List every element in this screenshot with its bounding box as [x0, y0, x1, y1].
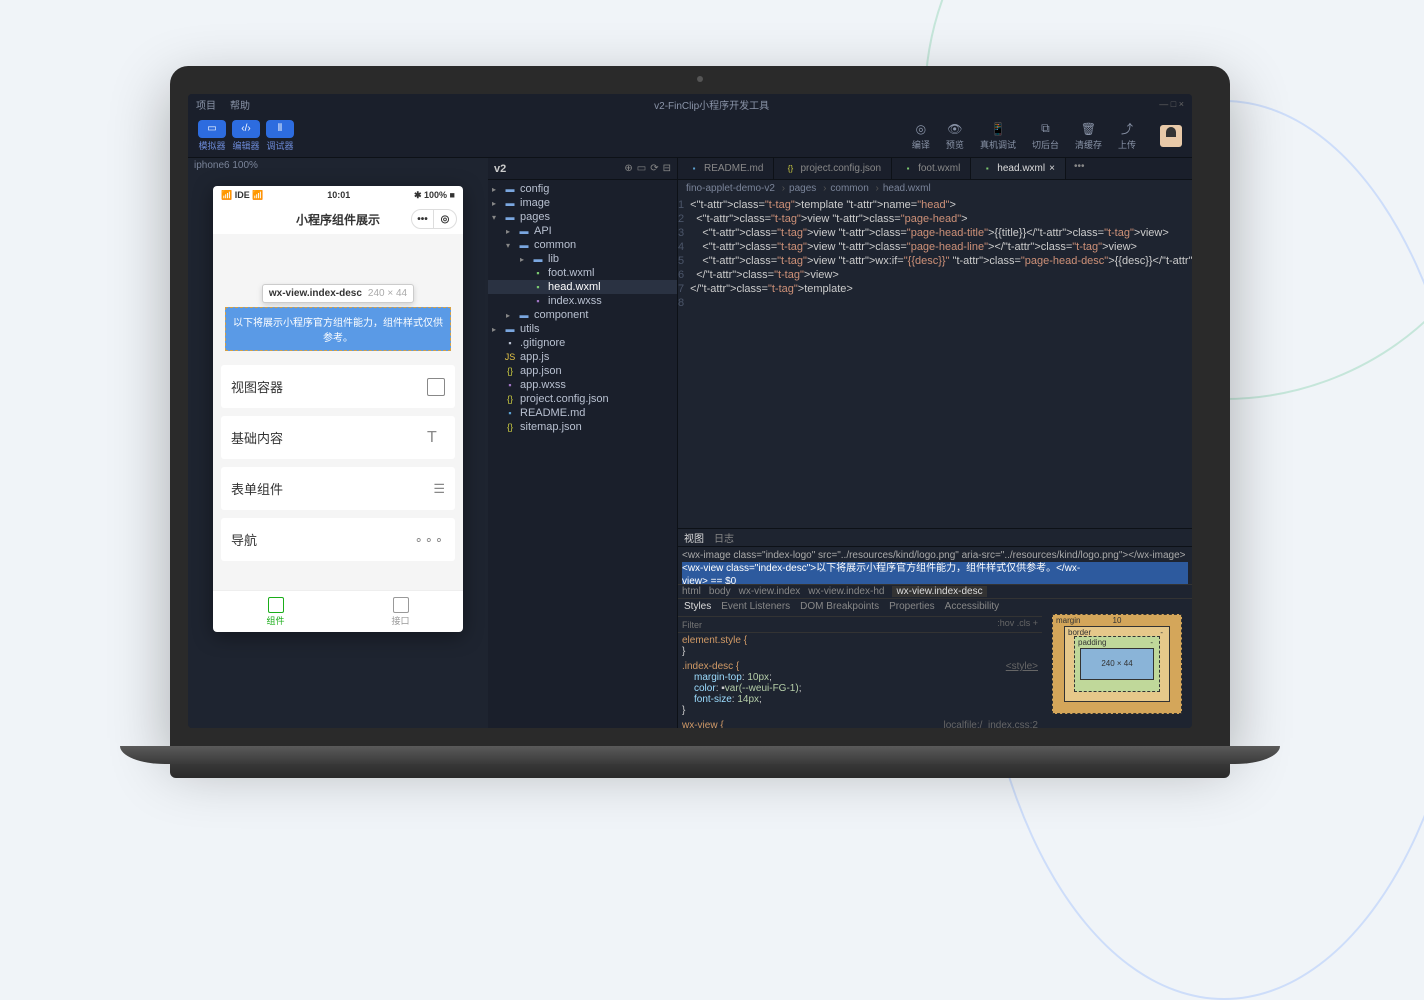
- grid-icon: [268, 597, 284, 613]
- file-appjs[interactable]: JSapp.js: [488, 350, 677, 364]
- props-tab[interactable]: Properties: [889, 601, 935, 614]
- device-info: iphone6 100%: [188, 158, 488, 176]
- action-background[interactable]: ⧉切后台: [1032, 121, 1059, 151]
- tab-component[interactable]: 组件: [213, 591, 338, 632]
- more-icon: ∘∘∘: [415, 532, 445, 548]
- file-indexcss[interactable]: ▪index.wxss: [488, 294, 677, 308]
- refresh-icon[interactable]: ⟳: [650, 163, 658, 174]
- listeners-tab[interactable]: Event Listeners: [721, 601, 790, 614]
- dt-tab-wxml[interactable]: 视图: [684, 530, 704, 545]
- phone-navbar: 小程序组件展示 •••◎: [213, 204, 463, 234]
- collapse-icon[interactable]: ⊟: [663, 163, 671, 174]
- list-icon: ☰: [433, 481, 445, 497]
- breadcrumb[interactable]: fino-applet-demo-v2pagescommonhead.wxml: [678, 180, 1192, 196]
- file-appjson[interactable]: {}app.json: [488, 364, 677, 378]
- code-editor[interactable]: 12345678 <"t-attr">class="t-tag">templat…: [678, 196, 1192, 528]
- avatar[interactable]: [1160, 125, 1182, 147]
- action-compile[interactable]: ◎编译: [912, 121, 930, 151]
- window-title: v2-FinClip小程序开发工具: [264, 97, 1159, 112]
- dom-breadcrumb[interactable]: htmlbody wx-view.indexwx-view.index-hd w…: [678, 584, 1192, 598]
- action-preview[interactable]: 👁预览: [946, 121, 964, 151]
- folder-api[interactable]: ▸▬API: [488, 224, 677, 238]
- file-foot[interactable]: ▪foot.wxml: [488, 266, 677, 280]
- folder-common[interactable]: ▾▬common: [488, 238, 677, 252]
- mode-simulator[interactable]: ▭: [198, 120, 226, 138]
- simulator-pane: iphone6 100% 📶 IDE 📶 10:01 ✱ 100% ■ 小程序组…: [188, 158, 488, 728]
- card-form[interactable]: 表单组件☰: [221, 467, 455, 510]
- page-title: 小程序组件展示: [296, 211, 380, 228]
- file-gitignore[interactable]: ▪.gitignore: [488, 336, 677, 350]
- explorer-root[interactable]: v2: [494, 163, 506, 175]
- phone-tabbar: 组件 接口: [213, 590, 463, 632]
- action-cache[interactable]: 🗑清缓存: [1075, 121, 1102, 151]
- inspect-tooltip: wx-view.index-desc240 × 44: [262, 284, 414, 303]
- card-basic[interactable]: 基础内容T: [221, 416, 455, 459]
- camera-dot: [697, 76, 703, 82]
- toolbar: ▭模拟器 ‹/›编辑器 ⫴调试器 ◎编译 👁预览 📱真机调试 ⧉切后台 🗑清缓存…: [188, 114, 1192, 158]
- mode-debugger[interactable]: ⫴: [266, 120, 294, 138]
- folder-image[interactable]: ▸▬image: [488, 196, 677, 210]
- a11y-tab[interactable]: Accessibility: [945, 601, 999, 614]
- folder-lib[interactable]: ▸▬lib: [488, 252, 677, 266]
- ide-window: 项目 帮助 v2-FinClip小程序开发工具 — □ × ▭模拟器 ‹/›编辑…: [188, 94, 1192, 728]
- file-projcfg[interactable]: {}project.config.json: [488, 392, 677, 406]
- tab-projcfg[interactable]: {}project.config.json: [774, 158, 892, 179]
- styles-tab[interactable]: Styles: [684, 601, 711, 614]
- tab-readme[interactable]: ▪README.md: [678, 158, 774, 179]
- action-upload[interactable]: ⤴上传: [1118, 121, 1136, 151]
- menu-help[interactable]: 帮助: [230, 97, 250, 112]
- styles-pane: Styles Event Listeners DOM Breakpoints P…: [678, 599, 1042, 728]
- folder-config[interactable]: ▸▬config: [488, 182, 677, 196]
- menu-project[interactable]: 项目: [196, 97, 216, 112]
- tab-api[interactable]: 接口: [338, 591, 463, 632]
- menubar: 项目 帮助 v2-FinClip小程序开发工具 — □ ×: [188, 94, 1192, 114]
- dt-tab-console[interactable]: 日志: [714, 530, 734, 545]
- folder-utils[interactable]: ▸▬utils: [488, 322, 677, 336]
- file-appwxss[interactable]: ▪app.wxss: [488, 378, 677, 392]
- folder-pages[interactable]: ▾▬pages: [488, 210, 677, 224]
- action-remote[interactable]: 📱真机调试: [980, 121, 1016, 151]
- text-icon: T: [427, 429, 445, 447]
- devtools: 视图 日志 <wx-image class="index-logo" src="…: [678, 528, 1192, 728]
- filter-toggles[interactable]: :hov .cls +: [997, 618, 1038, 631]
- file-head[interactable]: ▪head.wxml: [488, 280, 677, 294]
- file-sitemap[interactable]: {}sitemap.json: [488, 420, 677, 434]
- file-readme[interactable]: ▪README.md: [488, 406, 677, 420]
- api-icon: [393, 597, 409, 613]
- phone-preview: 📶 IDE 📶 10:01 ✱ 100% ■ 小程序组件展示 •••◎ wx-: [213, 186, 463, 632]
- selected-element[interactable]: 以下将展示小程序官方组件能力，组件样式仅供参考。: [225, 307, 451, 351]
- capsule-close[interactable]: ◎: [434, 210, 456, 228]
- window-controls[interactable]: — □ ×: [1159, 99, 1184, 109]
- box-model: margin10 border- padding- 240 × 44: [1042, 599, 1192, 728]
- new-file-icon[interactable]: ⊕: [624, 163, 632, 174]
- capsule-menu[interactable]: •••: [412, 210, 434, 228]
- tab-foot[interactable]: ▪foot.wxml: [892, 158, 971, 179]
- line-gutter: 12345678: [678, 198, 690, 526]
- styles-filter[interactable]: [682, 618, 997, 631]
- laptop-base: [170, 746, 1230, 778]
- new-folder-icon[interactable]: ▭: [637, 163, 646, 174]
- mode-editor[interactable]: ‹/›: [232, 120, 260, 138]
- container-icon: [427, 378, 445, 396]
- editor-tabs: ▪README.md {}project.config.json ▪foot.w…: [678, 158, 1192, 180]
- laptop-frame: 项目 帮助 v2-FinClip小程序开发工具 — □ × ▭模拟器 ‹/›编辑…: [170, 66, 1230, 778]
- folder-component[interactable]: ▸▬component: [488, 308, 677, 322]
- tabs-more[interactable]: •••: [1066, 158, 1093, 179]
- close-icon[interactable]: ×: [1049, 163, 1055, 174]
- tab-head[interactable]: ▪head.wxml×: [971, 158, 1066, 179]
- file-explorer: v2 ⊕ ▭ ⟳ ⊟ ▸▬config ▸▬image ▾▬pages ▸▬AP…: [488, 158, 678, 728]
- card-nav[interactable]: 导航∘∘∘: [221, 518, 455, 561]
- phone-statusbar: 📶 IDE 📶 10:01 ✱ 100% ■: [213, 186, 463, 204]
- dom-bp-tab[interactable]: DOM Breakpoints: [800, 601, 879, 614]
- dom-tree[interactable]: <wx-image class="index-logo" src="../res…: [678, 547, 1192, 584]
- card-view-container[interactable]: 视图容器: [221, 365, 455, 408]
